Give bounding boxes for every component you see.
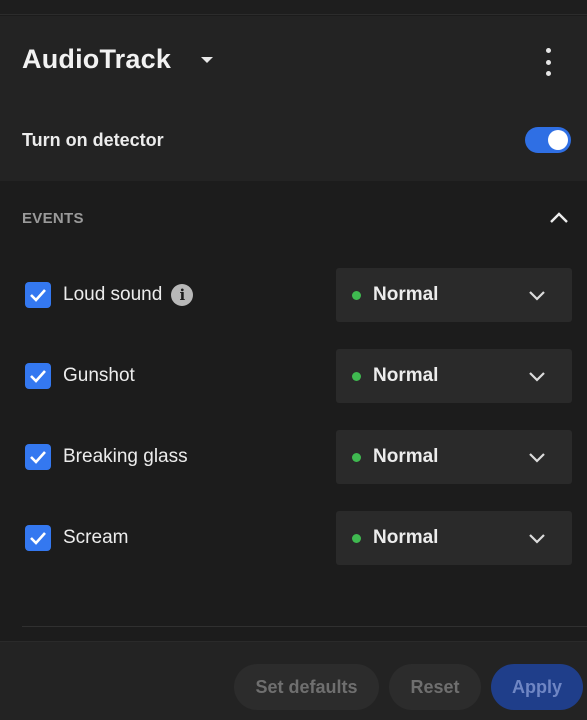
status-dot-icon (352, 290, 361, 300)
event-label: Scream (63, 527, 129, 548)
chevron-down-icon (529, 372, 545, 382)
status-dot-icon (352, 452, 361, 462)
caret-down-icon[interactable] (201, 56, 214, 63)
detector-header: AudioTrack Turn on detector (0, 16, 587, 181)
checkmark-icon (30, 370, 46, 383)
status-dot-icon (352, 371, 361, 381)
chevron-up-icon[interactable] (547, 206, 571, 230)
title-row: AudioTrack (22, 44, 214, 75)
event-row-gunshot: Gunshot Normal (25, 349, 587, 403)
chevron-down-icon (529, 534, 545, 544)
checkmark-icon (30, 289, 46, 302)
toggle-knob (548, 130, 568, 150)
set-defaults-button[interactable]: Set defaults (234, 664, 379, 710)
event-row-scream: Scream Normal (25, 511, 587, 565)
apply-button[interactable]: Apply (491, 664, 583, 710)
chevron-down-icon (529, 291, 545, 301)
events-section-header: EVENTS (22, 206, 571, 230)
event-row-breaking-glass: Breaking glass Normal (25, 430, 587, 484)
event-level-select[interactable]: Normal (336, 511, 572, 565)
events-section-title: EVENTS (22, 209, 84, 227)
info-icon[interactable]: i (171, 284, 194, 306)
detector-title: AudioTrack (22, 44, 172, 74)
action-footer: Set defaults Reset Apply (0, 641, 587, 720)
chevron-down-icon (529, 453, 545, 463)
event-checkbox[interactable] (25, 363, 51, 389)
status-dot-icon (352, 533, 361, 543)
event-checkbox[interactable] (25, 525, 51, 551)
event-level-select[interactable]: Normal (336, 349, 572, 403)
event-level-value: Normal (373, 446, 439, 467)
event-level-value: Normal (373, 527, 439, 548)
kebab-dot (545, 59, 551, 65)
detector-toggle-row: Turn on detector (22, 127, 571, 153)
event-level-select[interactable]: Normal (336, 268, 572, 322)
event-level-value: Normal (373, 284, 439, 305)
checkmark-icon (30, 451, 46, 464)
event-level-select[interactable]: Normal (336, 430, 572, 484)
reset-button[interactable]: Reset (389, 664, 481, 710)
more-options-icon[interactable] (541, 48, 555, 76)
top-strip (0, 0, 587, 15)
detector-toggle-label: Turn on detector (22, 129, 164, 150)
kebab-dot (545, 48, 551, 53)
detector-toggle[interactable] (525, 127, 571, 153)
event-level-value: Normal (373, 365, 439, 386)
event-row-loud-sound: Loud sound i Normal (25, 268, 587, 322)
event-label: Loud sound (63, 284, 163, 305)
event-label: Gunshot (63, 365, 135, 386)
checkmark-icon (30, 532, 46, 545)
section-divider (22, 626, 587, 627)
event-checkbox[interactable] (25, 444, 51, 470)
kebab-dot (545, 71, 551, 76)
event-label: Breaking glass (63, 446, 188, 467)
event-checkbox[interactable] (25, 282, 51, 308)
